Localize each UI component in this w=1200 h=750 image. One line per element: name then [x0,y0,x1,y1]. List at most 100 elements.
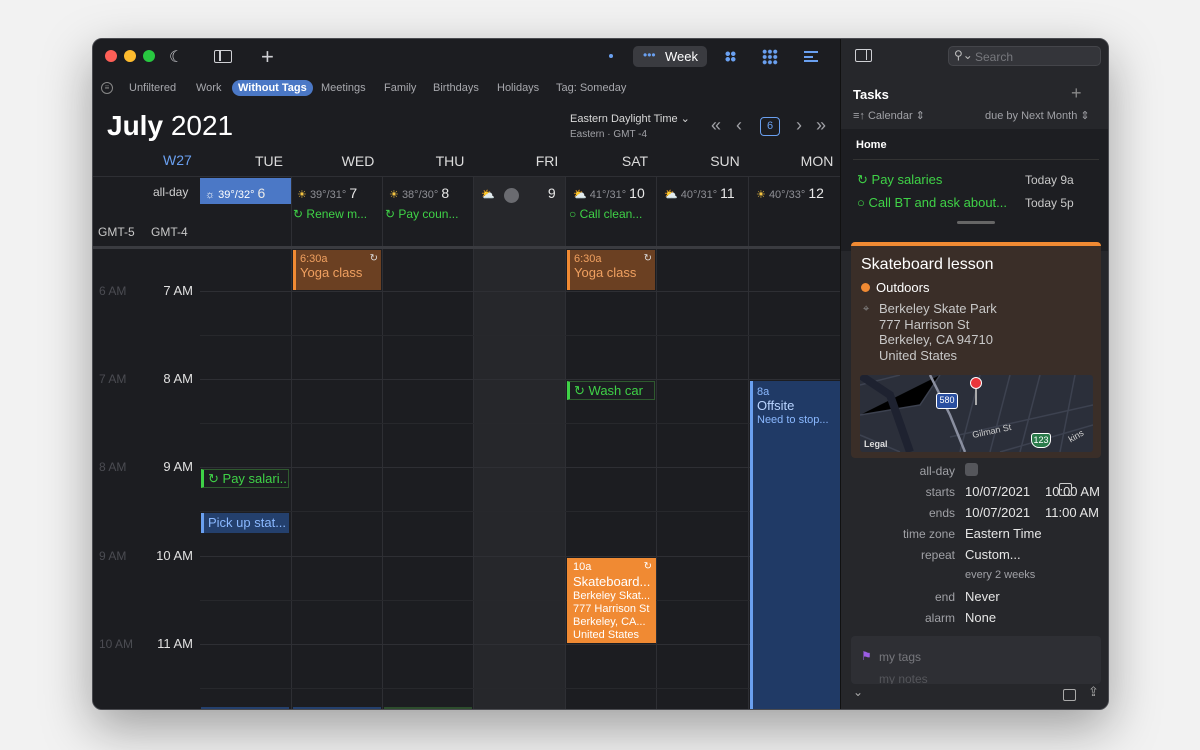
circle-icon: ○ [569,207,577,221]
starts-label: starts [925,485,955,499]
col-divider [565,177,566,709]
task-sort[interactable]: due by Next Month ⇕ [985,109,1090,122]
half-hour-line [200,688,840,689]
hour-line [200,556,840,557]
filter-without-tags[interactable]: Without Tags [232,80,313,96]
filter-meetings[interactable]: Meetings [321,82,366,94]
zoom-button[interactable] [143,50,155,62]
half-hour-line [200,335,840,336]
event-offsite[interactable]: 8a Offsite Need to stop... [750,381,840,709]
hour-line [200,379,840,380]
new-window-icon[interactable] [1063,689,1076,701]
tag-icon: ⚑ [861,649,872,663]
hour-line [200,467,840,468]
weather-thu: ☀ 38°/30° 8 [389,185,450,201]
double-chevron-right-icon[interactable]: » [816,115,826,136]
filter-icon[interactable]: ≡ [101,82,113,94]
start-date[interactable]: 10/07/2021 [965,484,1030,499]
week-view-button[interactable]: ••• Week [633,46,707,67]
task-item[interactable]: ↻ Pay salaries [857,172,942,188]
event-stub[interactable] [201,707,289,709]
inspector-toggle-icon[interactable] [855,49,872,62]
event-pick-up[interactable]: Pick up stat... [201,513,289,533]
map-legal[interactable]: Legal [864,439,888,449]
list-view-icon[interactable] [804,51,818,62]
event-skateboard[interactable]: 10a Skateboard... Berkeley Skat... 777 Harr… [567,558,656,643]
allday-label: all-day [919,464,955,478]
half-hour-line [200,423,840,424]
sidebar-toggle-icon[interactable] [214,50,232,63]
event-location[interactable]: Berkeley Skate Park 777 Harrison St Berkel… [879,301,997,363]
year-view-icon[interactable] [762,49,778,65]
repeat-icon: ↻ [293,207,304,221]
allday-checkbox[interactable] [965,463,978,476]
start-time[interactable]: 10:00 AM [1045,484,1100,499]
col-divider [748,177,749,709]
add-icon[interactable]: + [261,44,274,70]
filter-unfiltered[interactable]: Unfiltered [129,82,176,94]
end-label: end [934,590,955,604]
calendar-color-icon [861,283,870,292]
end-time[interactable]: 11:00 AM [1045,505,1099,520]
event-yoga-wed[interactable]: 6:30a Yoga class ↻ [293,250,381,290]
end-value[interactable]: Never [965,589,1000,604]
day-header-thu[interactable]: THU [404,153,496,169]
chevron-down-icon: ⌄ [680,113,690,125]
location-pin-icon: ⌖ [863,303,870,315]
task-source[interactable]: ≡↑ Calendar ⇕ [853,109,925,122]
resize-handle[interactable] [957,221,995,224]
day-header-sat[interactable]: SAT [589,153,681,169]
share-icon[interactable]: ⇪ [1088,684,1099,700]
double-chevron-left-icon[interactable]: « [711,115,721,136]
event-yoga-sat[interactable]: 6:30a Yoga class ↻ [567,250,655,290]
event-stub[interactable] [384,707,472,709]
map-view[interactable]: 580 123 Gilman St kins Legal [860,375,1093,452]
filter-holidays[interactable]: Holidays [497,82,539,94]
cloud-sun-icon: ⛅ [664,189,678,201]
close-button[interactable] [105,50,117,62]
tz-label-1: GMT-5 [98,225,135,239]
app-window: ☾ + ••• Week ≡ Unfiltered Work Without T… [92,38,1109,710]
sun-icon: ☀ [297,189,307,201]
day-header-sun[interactable]: SUN [679,153,771,169]
month-view-icon[interactable] [725,51,736,62]
tasks-title: Tasks [853,87,889,102]
filter-birthdays[interactable]: Birthdays [433,82,479,94]
day-header-tue[interactable]: TUE [223,153,315,169]
notes-field[interactable]: my notes [879,672,928,684]
filter-work[interactable]: Work [196,82,221,94]
event-calendar[interactable]: Outdoors [861,280,929,295]
task-item[interactable]: ○ Call BT and ask about... [857,195,1007,210]
today-button[interactable]: 6 [760,117,780,136]
day-header-wed[interactable]: WED [312,153,404,169]
timezone-selector[interactable]: Eastern Daylight Time ⌄ [570,112,690,125]
tags-notes-box[interactable]: ⚑ my tags my notes [851,636,1101,684]
alarm-value[interactable]: None [965,610,996,625]
event-pay-salaries[interactable]: ↻ Pay salari... [201,469,289,488]
moon-icon[interactable]: ☾ [169,47,183,67]
filter-tag-someday[interactable]: Tag: Someday [556,82,626,94]
search-field[interactable]: ⚲⌄ Search [948,46,1101,66]
chevron-right-icon[interactable]: › [796,115,802,136]
repeat-icon: ↻ [369,253,378,264]
allday-event-pay[interactable]: ↻ Pay coun... [385,207,473,221]
timezone-value[interactable]: Eastern Time [965,526,1042,541]
minimize-button[interactable] [124,50,136,62]
circle-icon: ○ [857,195,865,210]
event-title[interactable]: Skateboard lesson [861,256,994,274]
day-view-icon[interactable] [609,54,613,58]
event-stub[interactable] [293,707,381,709]
day-header-fri[interactable]: FRI [501,153,593,169]
event-wash-car[interactable]: ↻ Wash car [567,381,655,400]
add-task-icon[interactable]: + [1071,83,1082,104]
filter-family[interactable]: Family [384,82,416,94]
end-date[interactable]: 10/07/2021 [965,505,1030,520]
tags-field[interactable]: my tags [879,650,921,664]
allday-event-renew[interactable]: ↻ Renew m... [293,207,381,221]
allday-event-call[interactable]: ○ Call clean... [569,207,655,221]
repeat-value[interactable]: Custom... [965,547,1021,562]
chevron-down-icon[interactable]: ⌄ [853,685,863,699]
chevron-left-icon[interactable]: ‹ [736,115,742,136]
cloud-sun-icon: ⛅ [481,189,495,201]
hour-label: 7 AM [163,283,193,298]
